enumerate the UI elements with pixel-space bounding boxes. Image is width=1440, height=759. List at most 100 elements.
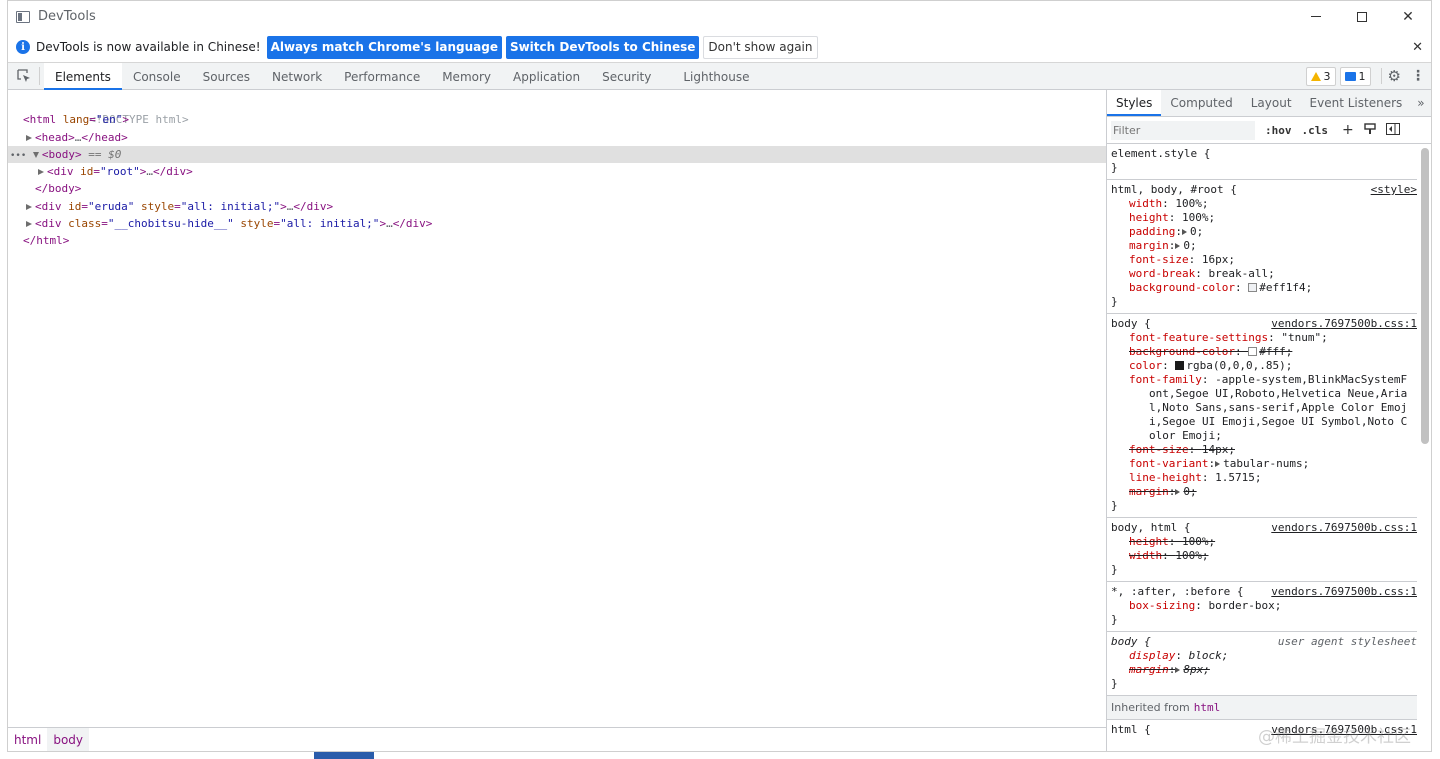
rule-selector[interactable]: body { bbox=[1111, 635, 1151, 649]
declaration[interactable]: font-variant: tabular-nums; bbox=[1111, 457, 1417, 471]
tab-lighthouse[interactable]: Lighthouse bbox=[672, 63, 760, 90]
inspect-element-button[interactable] bbox=[8, 67, 40, 85]
declaration[interactable]: line-height: 1.5715; bbox=[1111, 471, 1417, 485]
node-menu-icon[interactable]: ••• bbox=[10, 151, 26, 161]
dom-node-doctype[interactable]: <!DOCTYPE html> bbox=[8, 94, 1106, 126]
overridden-declaration[interactable]: margin: 8px; bbox=[1111, 663, 1417, 677]
tab-styles[interactable]: Styles bbox=[1107, 90, 1162, 116]
declaration[interactable]: color: rgba(0,0,0,.85); bbox=[1111, 359, 1417, 373]
overridden-declaration[interactable]: margin: 0; bbox=[1111, 485, 1417, 499]
breadcrumb-body[interactable]: body bbox=[47, 728, 90, 751]
declaration[interactable]: display: block; bbox=[1111, 649, 1417, 663]
color-swatch[interactable] bbox=[1175, 361, 1185, 370]
dom-node-eruda[interactable]: <div id="eruda" style="all: initial;">…<… bbox=[8, 198, 1106, 215]
dom-node-html[interactable]: <html lang="en"> bbox=[8, 111, 1106, 128]
more-options-icon[interactable]: ⋮ bbox=[1411, 68, 1425, 84]
styles-filter-input[interactable] bbox=[1111, 120, 1255, 140]
declaration[interactable]: padding: 0; bbox=[1111, 225, 1417, 239]
styles-scrollbar[interactable] bbox=[1421, 148, 1429, 444]
rule-source-link[interactable]: <style> bbox=[1371, 183, 1417, 197]
toggle-sidebar-icon[interactable] bbox=[1385, 122, 1400, 138]
dom-node-chobitsu[interactable]: <div class="__chobitsu-hide__" style="al… bbox=[8, 215, 1106, 232]
always-match-language-button[interactable]: Always match Chrome's language bbox=[266, 35, 502, 59]
maximize-button[interactable] bbox=[1339, 1, 1385, 32]
warnings-count: 3 bbox=[1323, 69, 1331, 83]
tab-elements[interactable]: Elements bbox=[44, 63, 122, 90]
declaration[interactable]: font-family: -apple-system,BlinkMacSyste… bbox=[1111, 373, 1417, 443]
minimize-icon bbox=[1311, 16, 1321, 17]
settings-gear-icon[interactable]: ⚙ bbox=[1388, 67, 1401, 85]
dont-show-again-button[interactable]: Don't show again bbox=[703, 35, 818, 59]
breadcrumb: html body bbox=[8, 727, 1106, 751]
tab-sources[interactable]: Sources bbox=[192, 63, 261, 90]
minimize-button[interactable] bbox=[1293, 1, 1339, 32]
expand-shorthand-icon[interactable] bbox=[1175, 243, 1181, 249]
dom-node-body-close[interactable]: </body> bbox=[8, 180, 1106, 197]
tab-memory[interactable]: Memory bbox=[431, 63, 502, 90]
rule-source-link[interactable]: vendors.7697500b.css:1 bbox=[1271, 521, 1417, 535]
tab-application[interactable]: Application bbox=[502, 63, 591, 90]
tab-performance[interactable]: Performance bbox=[333, 63, 431, 90]
rule-selector[interactable]: html { bbox=[1111, 723, 1151, 737]
overridden-declaration[interactable]: background-color: #fff; bbox=[1111, 345, 1417, 359]
dom-node-head[interactable]: <head>…</head> bbox=[8, 129, 1106, 146]
rule-selector[interactable]: body { bbox=[1111, 317, 1151, 331]
collapse-triangle-icon[interactable] bbox=[32, 151, 39, 158]
declaration[interactable]: width: 100%; bbox=[1111, 197, 1417, 211]
rule-selector[interactable]: element.style { bbox=[1111, 147, 1210, 161]
tab-network[interactable]: Network bbox=[261, 63, 333, 90]
sidebar-toggle-icon bbox=[1385, 122, 1400, 135]
expand-shorthand-icon[interactable] bbox=[1175, 489, 1181, 495]
rule-selector[interactable]: *, :after, :before { bbox=[1111, 585, 1243, 599]
warnings-badge[interactable]: 3 bbox=[1305, 66, 1336, 86]
attr-value: "eruda" bbox=[88, 199, 135, 213]
overridden-declaration[interactable]: height: 100%; bbox=[1111, 535, 1417, 549]
paint-icon[interactable] bbox=[1364, 122, 1376, 138]
styles-sidebar: Styles Computed Layout Event Listeners »… bbox=[1107, 90, 1431, 751]
infobar-close-icon[interactable]: ✕ bbox=[1412, 40, 1423, 55]
switch-to-chinese-button[interactable]: Switch DevTools to Chinese bbox=[505, 35, 700, 59]
inherited-tag-link[interactable]: html bbox=[1194, 701, 1221, 714]
declaration[interactable]: font-size: 16px; bbox=[1111, 253, 1417, 267]
tab-layout[interactable]: Layout bbox=[1242, 90, 1301, 116]
expand-triangle-icon[interactable] bbox=[38, 169, 44, 176]
div-close-tag: </div> bbox=[153, 165, 193, 179]
rule-source-link[interactable]: vendors.7697500b.css:1 bbox=[1271, 317, 1417, 331]
tab-security[interactable]: Security bbox=[591, 63, 662, 90]
class-toggle[interactable]: .cls bbox=[1302, 124, 1329, 137]
rule-selector[interactable]: html, body, #root { bbox=[1111, 183, 1237, 197]
new-style-rule-icon[interactable]: + bbox=[1342, 122, 1354, 138]
color-swatch[interactable] bbox=[1248, 283, 1258, 292]
messages-badge[interactable]: 1 bbox=[1339, 66, 1371, 86]
breadcrumb-html[interactable]: html bbox=[8, 728, 47, 751]
expand-triangle-icon[interactable] bbox=[26, 221, 32, 228]
declaration[interactable]: height: 100%; bbox=[1111, 211, 1417, 225]
expand-triangle-icon[interactable] bbox=[26, 203, 32, 210]
expand-shorthand-icon[interactable] bbox=[1215, 461, 1221, 467]
more-tabs-chevron-icon[interactable]: » bbox=[1411, 90, 1430, 116]
expand-shorthand-icon[interactable] bbox=[1181, 229, 1187, 235]
declaration[interactable]: box-sizing: border-box; bbox=[1111, 599, 1417, 613]
dom-node-html-close[interactable]: </html> bbox=[8, 232, 1106, 249]
rule-body-html: body, html { vendors.7697500b.css:1 heigh… bbox=[1107, 518, 1417, 582]
tab-event-listeners[interactable]: Event Listeners bbox=[1301, 90, 1412, 116]
declaration[interactable]: word-break: break-all; bbox=[1111, 267, 1417, 281]
declaration[interactable]: font-feature-settings: "tnum"; bbox=[1111, 331, 1417, 345]
declaration[interactable]: margin: 0; bbox=[1111, 239, 1417, 253]
window-title: DevTools bbox=[38, 9, 96, 24]
rule-source-link[interactable]: vendors.7697500b.css:1 bbox=[1271, 585, 1417, 599]
dom-node-root[interactable]: <div id="root">…</div> bbox=[8, 163, 1106, 180]
expand-shorthand-icon[interactable] bbox=[1175, 667, 1181, 673]
collapsed-ellipsis: … bbox=[386, 217, 393, 231]
declaration[interactable]: background-color: #eff1f4; bbox=[1111, 281, 1417, 295]
hover-state-toggle[interactable]: :hov bbox=[1265, 124, 1292, 137]
rule-selector[interactable]: body, html { bbox=[1111, 521, 1190, 535]
close-window-button[interactable]: ✕ bbox=[1385, 1, 1431, 32]
overridden-declaration[interactable]: font-size: 14px; bbox=[1111, 443, 1417, 457]
dom-node-body[interactable]: ••• <body> == $0 bbox=[8, 145, 1106, 164]
expand-triangle-icon[interactable] bbox=[26, 134, 32, 141]
color-swatch[interactable] bbox=[1248, 347, 1258, 356]
tab-console[interactable]: Console bbox=[122, 63, 192, 90]
overridden-declaration[interactable]: width: 100%; bbox=[1111, 549, 1417, 563]
tab-computed[interactable]: Computed bbox=[1161, 90, 1241, 116]
